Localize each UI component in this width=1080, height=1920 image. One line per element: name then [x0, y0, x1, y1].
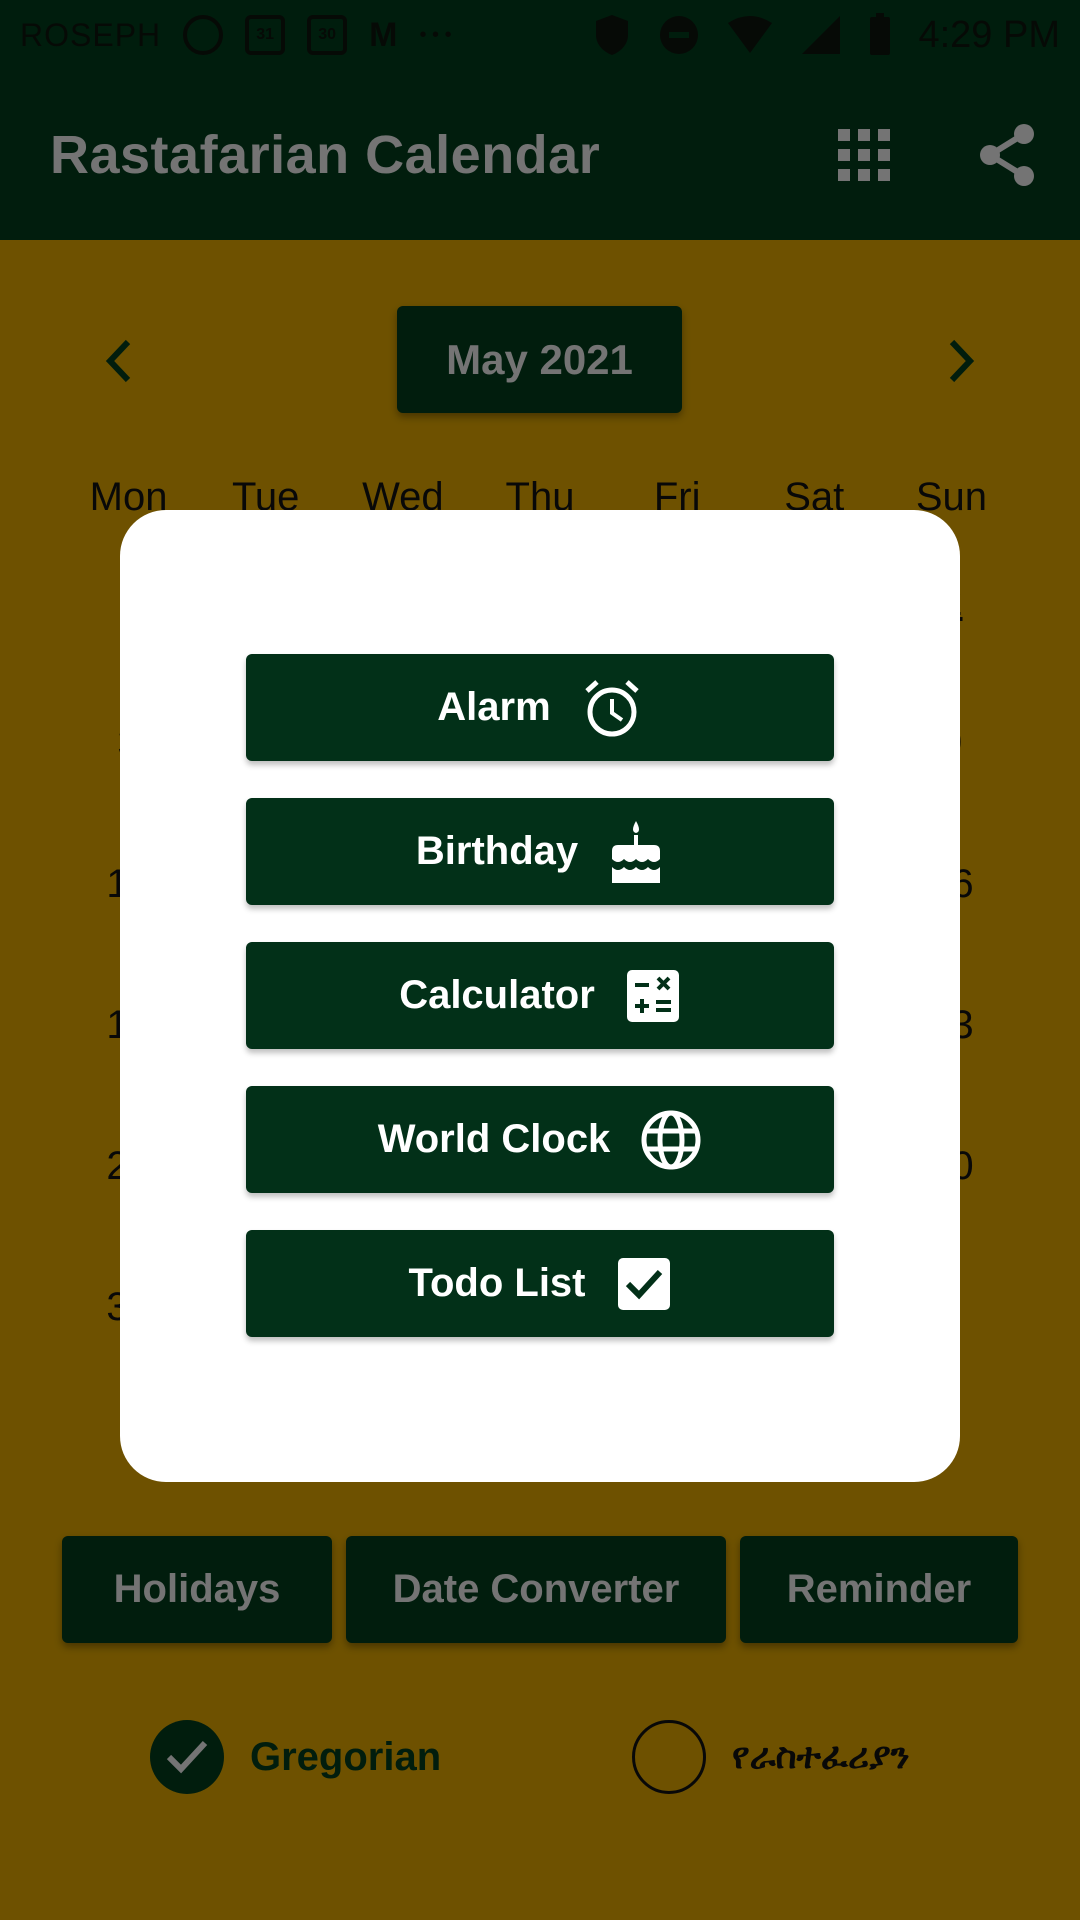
- calculator-icon: [626, 969, 679, 1022]
- birthday-label: Birthday: [415, 829, 579, 873]
- alarm-button[interactable]: Alarm: [246, 654, 834, 761]
- birthday-cake-icon: [612, 820, 661, 883]
- todo-list-label: Todo List: [408, 1261, 586, 1305]
- world-clock-button[interactable]: World Clock: [246, 1086, 834, 1193]
- globe-icon: [641, 1110, 701, 1169]
- todo-list-button[interactable]: Todo List: [246, 1230, 834, 1337]
- alarm-clock-icon: [585, 679, 639, 736]
- world-clock-label: World Clock: [377, 1117, 611, 1161]
- birthday-button[interactable]: Birthday: [246, 798, 834, 905]
- checkbox-checked-icon: [617, 1257, 670, 1310]
- calculator-label: Calculator: [399, 973, 595, 1017]
- calculator-button[interactable]: Calculator: [246, 942, 834, 1049]
- alarm-label: Alarm: [437, 685, 551, 729]
- tools-dialog: Alarm Birthday Calculator World Clock To…: [120, 510, 960, 1482]
